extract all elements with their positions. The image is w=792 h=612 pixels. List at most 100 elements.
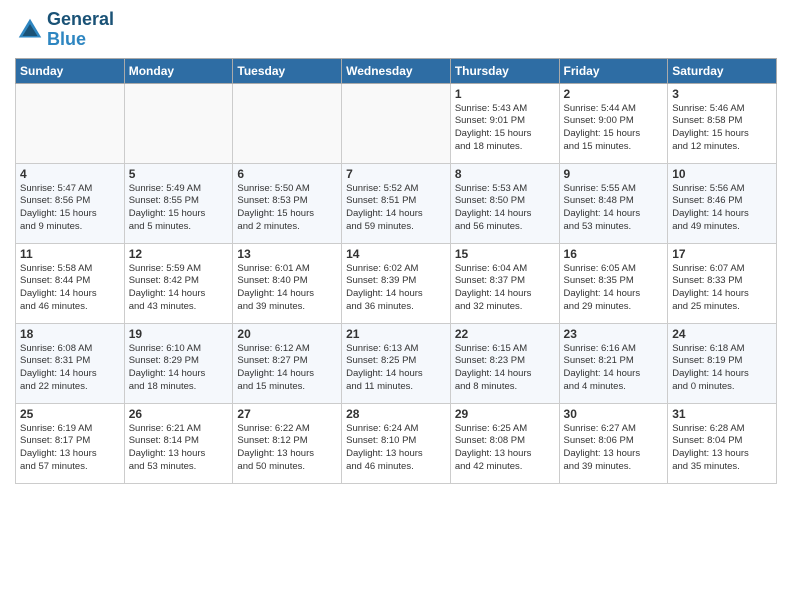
day-info: Sunrise: 6:25 AM Sunset: 8:08 PM Dayligh… [455, 423, 555, 474]
day-info: Sunrise: 5:56 AM Sunset: 8:46 PM Dayligh… [672, 183, 772, 234]
day-info: Sunrise: 6:16 AM Sunset: 8:21 PM Dayligh… [564, 343, 664, 394]
day-info: Sunrise: 5:53 AM Sunset: 8:50 PM Dayligh… [455, 183, 555, 234]
logo-text-general: General [47, 10, 114, 30]
calendar-cell: 16Sunrise: 6:05 AM Sunset: 8:35 PM Dayli… [559, 243, 668, 323]
day-info: Sunrise: 6:21 AM Sunset: 8:14 PM Dayligh… [129, 423, 229, 474]
day-info: Sunrise: 6:12 AM Sunset: 8:27 PM Dayligh… [237, 343, 337, 394]
calendar-cell: 24 Sunrise: 6:18 AM Sunset: 8:19 PM Dayli… [668, 323, 777, 403]
calendar-cell: 10 Sunrise: 5:56 AM Sunset: 8:46 PM Dayli… [668, 163, 777, 243]
day-number: 31 [672, 407, 772, 421]
page-container: General Blue SundayMondayTuesdayWednesda… [0, 0, 792, 494]
calendar-cell: 30 Sunrise: 6:27 AM Sunset: 8:06 PM Dayli… [559, 403, 668, 483]
day-number: 23 [564, 327, 664, 341]
day-number: 4 [20, 167, 120, 181]
day-number: 30 [564, 407, 664, 421]
logo-text-blue: Blue [47, 30, 114, 50]
calendar-cell [16, 83, 125, 163]
day-number: 5 [129, 167, 229, 181]
day-info: Sunrise: 5:43 AM Sunset: 9:01 PM Dayligh… [455, 103, 555, 154]
day-info: Sunrise: 6:05 AM Sunset: 8:35 PM Dayligh… [564, 263, 664, 314]
calendar-cell: 1 Sunrise: 5:43 AM Sunset: 9:01 PM Daylig… [450, 83, 559, 163]
calendar-cell: 18 Sunrise: 6:08 AM Sunset: 8:31 PM Dayli… [16, 323, 125, 403]
calendar-cell: 15 Sunrise: 6:04 AM Sunset: 8:37 PM Dayli… [450, 243, 559, 323]
calendar-cell: 6Sunrise: 5:50 AM Sunset: 8:53 PM Daylig… [233, 163, 342, 243]
day-info: Sunrise: 5:47 AM Sunset: 8:56 PM Dayligh… [20, 183, 120, 234]
day-number: 18 [20, 327, 120, 341]
day-number: 2 [564, 87, 664, 101]
calendar-cell: 3 Sunrise: 5:46 AM Sunset: 8:58 PM Daylig… [668, 83, 777, 163]
calendar-cell: 14 Sunrise: 6:02 AM Sunset: 8:39 PM Dayli… [342, 243, 451, 323]
day-number: 26 [129, 407, 229, 421]
day-number: 21 [346, 327, 446, 341]
day-number: 17 [672, 247, 772, 261]
day-info: Sunrise: 5:59 AM Sunset: 8:42 PM Dayligh… [129, 263, 229, 314]
day-info: Sunrise: 6:19 AM Sunset: 8:17 PM Dayligh… [20, 423, 120, 474]
calendar-cell: 11 Sunrise: 5:58 AM Sunset: 8:44 PM Dayli… [16, 243, 125, 323]
day-info: Sunrise: 6:10 AM Sunset: 8:29 PM Dayligh… [129, 343, 229, 394]
day-number: 6 [237, 167, 337, 181]
weekday-header-tuesday: Tuesday [233, 58, 342, 83]
calendar-cell: 28 Sunrise: 6:24 AM Sunset: 8:10 PM Dayli… [342, 403, 451, 483]
day-info: Sunrise: 6:04 AM Sunset: 8:37 PM Dayligh… [455, 263, 555, 314]
day-number: 3 [672, 87, 772, 101]
day-number: 1 [455, 87, 555, 101]
calendar-cell: 9 Sunrise: 5:55 AM Sunset: 8:48 PM Daylig… [559, 163, 668, 243]
day-number: 8 [455, 167, 555, 181]
calendar-week-1: 1 Sunrise: 5:43 AM Sunset: 9:01 PM Daylig… [16, 83, 777, 163]
day-info: Sunrise: 6:15 AM Sunset: 8:23 PM Dayligh… [455, 343, 555, 394]
page-header: General Blue [15, 10, 777, 50]
day-number: 7 [346, 167, 446, 181]
day-number: 14 [346, 247, 446, 261]
weekday-header-monday: Monday [124, 58, 233, 83]
day-info: Sunrise: 5:55 AM Sunset: 8:48 PM Dayligh… [564, 183, 664, 234]
calendar-week-5: 25Sunrise: 6:19 AM Sunset: 8:17 PM Dayli… [16, 403, 777, 483]
logo: General Blue [15, 10, 114, 50]
calendar-table: SundayMondayTuesdayWednesdayThursdayFrid… [15, 58, 777, 484]
day-info: Sunrise: 5:52 AM Sunset: 8:51 PM Dayligh… [346, 183, 446, 234]
day-number: 11 [20, 247, 120, 261]
weekday-header-wednesday: Wednesday [342, 58, 451, 83]
day-info: Sunrise: 5:58 AM Sunset: 8:44 PM Dayligh… [20, 263, 120, 314]
day-info: Sunrise: 6:24 AM Sunset: 8:10 PM Dayligh… [346, 423, 446, 474]
day-info: Sunrise: 6:13 AM Sunset: 8:25 PM Dayligh… [346, 343, 446, 394]
calendar-cell [124, 83, 233, 163]
day-info: Sunrise: 6:22 AM Sunset: 8:12 PM Dayligh… [237, 423, 337, 474]
day-number: 28 [346, 407, 446, 421]
calendar-cell: 17 Sunrise: 6:07 AM Sunset: 8:33 PM Dayli… [668, 243, 777, 323]
calendar-cell: 25Sunrise: 6:19 AM Sunset: 8:17 PM Dayli… [16, 403, 125, 483]
calendar-cell: 19Sunrise: 6:10 AM Sunset: 8:29 PM Dayli… [124, 323, 233, 403]
day-info: Sunrise: 5:49 AM Sunset: 8:55 PM Dayligh… [129, 183, 229, 234]
day-info: Sunrise: 5:44 AM Sunset: 9:00 PM Dayligh… [564, 103, 664, 154]
day-number: 29 [455, 407, 555, 421]
calendar-cell: 5 Sunrise: 5:49 AM Sunset: 8:55 PM Daylig… [124, 163, 233, 243]
calendar-cell: 31Sunrise: 6:28 AM Sunset: 8:04 PM Dayli… [668, 403, 777, 483]
weekday-header-thursday: Thursday [450, 58, 559, 83]
day-info: Sunrise: 6:08 AM Sunset: 8:31 PM Dayligh… [20, 343, 120, 394]
calendar-cell [342, 83, 451, 163]
day-info: Sunrise: 6:27 AM Sunset: 8:06 PM Dayligh… [564, 423, 664, 474]
weekday-header-sunday: Sunday [16, 58, 125, 83]
day-info: Sunrise: 6:18 AM Sunset: 8:19 PM Dayligh… [672, 343, 772, 394]
day-number: 24 [672, 327, 772, 341]
day-number: 15 [455, 247, 555, 261]
calendar-cell: 27Sunrise: 6:22 AM Sunset: 8:12 PM Dayli… [233, 403, 342, 483]
day-number: 10 [672, 167, 772, 181]
calendar-cell: 21 Sunrise: 6:13 AM Sunset: 8:25 PM Dayli… [342, 323, 451, 403]
day-number: 20 [237, 327, 337, 341]
calendar-cell: 13Sunrise: 6:01 AM Sunset: 8:40 PM Dayli… [233, 243, 342, 323]
calendar-cell: 20 Sunrise: 6:12 AM Sunset: 8:27 PM Dayli… [233, 323, 342, 403]
day-info: Sunrise: 5:46 AM Sunset: 8:58 PM Dayligh… [672, 103, 772, 154]
calendar-cell: 2 Sunrise: 5:44 AM Sunset: 9:00 PM Daylig… [559, 83, 668, 163]
calendar-cell: 29 Sunrise: 6:25 AM Sunset: 8:08 PM Dayli… [450, 403, 559, 483]
logo-icon [15, 15, 45, 45]
calendar-cell: 7 Sunrise: 5:52 AM Sunset: 8:51 PM Daylig… [342, 163, 451, 243]
day-info: Sunrise: 6:02 AM Sunset: 8:39 PM Dayligh… [346, 263, 446, 314]
calendar-cell [233, 83, 342, 163]
day-number: 13 [237, 247, 337, 261]
day-number: 9 [564, 167, 664, 181]
calendar-cell: 26 Sunrise: 6:21 AM Sunset: 8:14 PM Dayli… [124, 403, 233, 483]
day-info: Sunrise: 6:07 AM Sunset: 8:33 PM Dayligh… [672, 263, 772, 314]
calendar-cell: 23 Sunrise: 6:16 AM Sunset: 8:21 PM Dayli… [559, 323, 668, 403]
calendar-cell: 12Sunrise: 5:59 AM Sunset: 8:42 PM Dayli… [124, 243, 233, 323]
calendar-header-row: SundayMondayTuesdayWednesdayThursdayFrid… [16, 58, 777, 83]
